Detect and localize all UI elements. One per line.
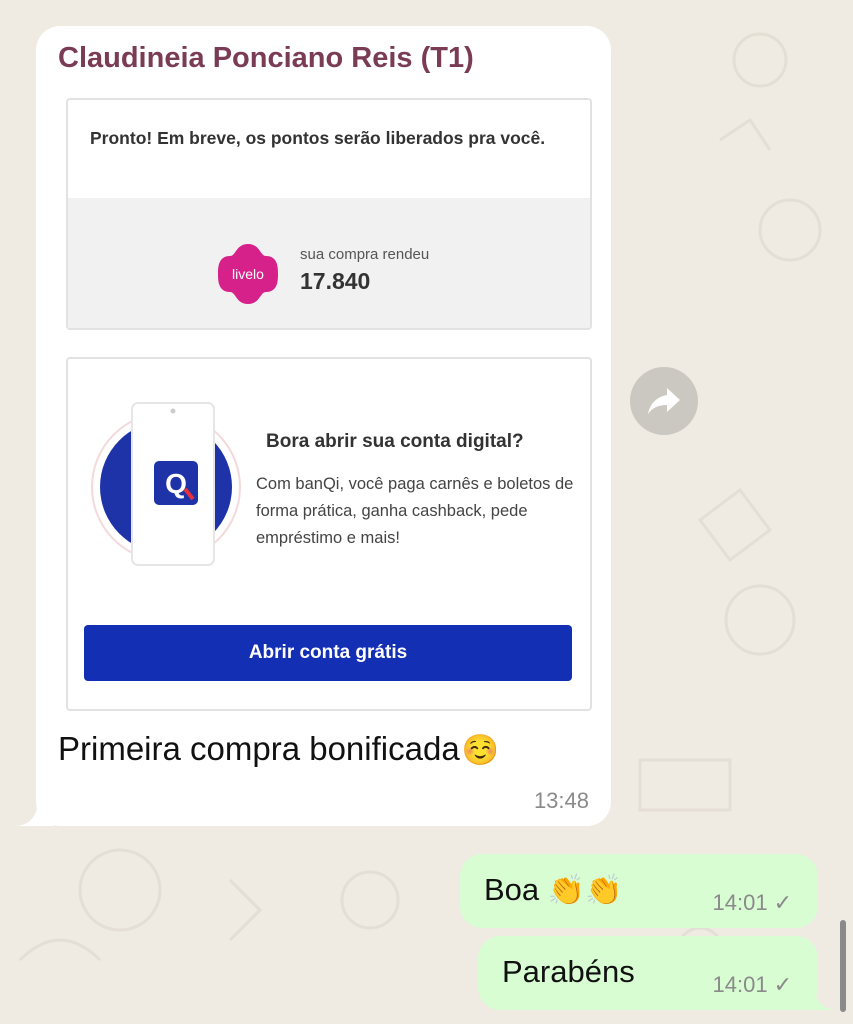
livelo-logo-text: livelo — [232, 266, 264, 282]
incoming-message-bubble[interactable]: Claudineia Ponciano Reis (T1) Pronto! Em… — [14, 26, 611, 826]
points-label: sua compra rendeu — [300, 246, 430, 263]
smiling-emoji: ☺️ — [461, 734, 500, 767]
forward-arrow-icon — [648, 388, 680, 414]
points-value: 17.840 — [300, 268, 371, 294]
sender-name[interactable]: Claudineia Ponciano Reis (T1) — [58, 42, 474, 75]
points-band: livelo sua compra rendeu 17.840 — [68, 198, 590, 328]
phone-illustration: Q — [91, 402, 241, 566]
bubble-tail — [14, 796, 54, 826]
outgoing-message-bubble[interactable]: Parabéns 14:01 ✓ — [478, 936, 838, 1010]
bubble-tail — [802, 982, 838, 1010]
forward-button[interactable] — [630, 367, 698, 435]
banqi-title: Bora abrir sua conta digital? — [266, 431, 524, 452]
outgoing-text: Boa 👏👏 — [484, 872, 623, 908]
banqi-body: Com banQi, você paga carnês e boletos de… — [256, 475, 574, 547]
message-meta: 14:01 ✓ — [713, 972, 793, 998]
outgoing-text: Parabéns — [502, 954, 635, 989]
message-time: 14:01 — [712, 890, 768, 915]
scrollbar[interactable] — [840, 920, 846, 1012]
points-card[interactable]: Pronto! Em breve, os pontos serão libera… — [66, 98, 592, 330]
check-icon: ✓ — [773, 972, 792, 997]
livelo-logo: livelo — [218, 244, 278, 304]
outgoing-text-main: Boa — [484, 872, 540, 907]
message-time: 14:01 — [712, 972, 768, 997]
clapping-hands-emoji: 👏👏 — [547, 874, 623, 907]
banqi-app-letter: Q — [165, 468, 187, 499]
check-icon: ✓ — [773, 890, 792, 915]
caption-text: Primeira compra bonificada — [58, 730, 460, 767]
points-message: Pronto! Em breve, os pontos serão libera… — [90, 128, 546, 148]
message-meta: 14:01 ✓ — [713, 890, 793, 916]
message-time: 13:48 — [533, 788, 589, 813]
message-caption: Primeira compra bonificada☺️ — [58, 730, 499, 768]
outgoing-message-bubble[interactable]: Boa 👏👏 14:01 ✓ — [460, 854, 818, 928]
banqi-card[interactable]: Q Bora abrir sua conta digital? Com banQ… — [66, 357, 592, 711]
open-account-button[interactable]: Abrir conta grátis — [84, 625, 572, 681]
